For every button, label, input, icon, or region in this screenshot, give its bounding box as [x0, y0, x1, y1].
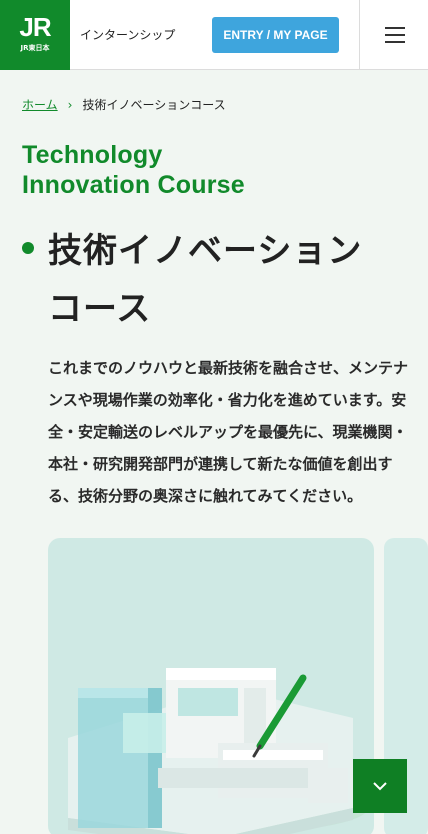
logo-subtext: JR東日本 [20, 44, 50, 52]
page-title-en-line2: Innovation Course [22, 171, 245, 199]
chevron-down-icon [373, 782, 387, 791]
bullet-dot-icon [22, 242, 34, 254]
course-description: これまでのノウハウと最新技術を融合させ、メンテナンスや現場作業の効率化・省力化を… [48, 359, 409, 505]
page-title-jp-line2: コース [48, 289, 152, 329]
site-header: JR JR東日本 インターンシップ ENTRY / MY PAGE [0, 0, 428, 70]
header-title[interactable]: インターンシップ [80, 26, 175, 43]
breadcrumb: ホーム › 技術イノベーションコース [22, 96, 226, 113]
breadcrumb-home-link[interactable]: ホーム [22, 96, 58, 113]
logo-text: JR [19, 12, 51, 42]
page-title-jp: 技術イノベーション コース [48, 222, 378, 338]
scroll-down-button[interactable] [353, 759, 407, 813]
chevron-right-icon: › [67, 97, 73, 112]
page-title-en-line1: Technology [22, 141, 163, 169]
breadcrumb-current: 技術イノベーションコース [82, 98, 226, 112]
menu-button[interactable] [359, 0, 428, 70]
entry-mypage-button[interactable]: ENTRY / MY PAGE [212, 17, 339, 53]
building-illustration [68, 668, 368, 834]
page-title-en: Technology Innovation Course [22, 140, 412, 200]
page-title-jp-line1: 技術イノベーション [48, 231, 363, 271]
course-illustration-card [48, 538, 374, 834]
jr-east-logo[interactable]: JR JR東日本 [0, 0, 70, 70]
